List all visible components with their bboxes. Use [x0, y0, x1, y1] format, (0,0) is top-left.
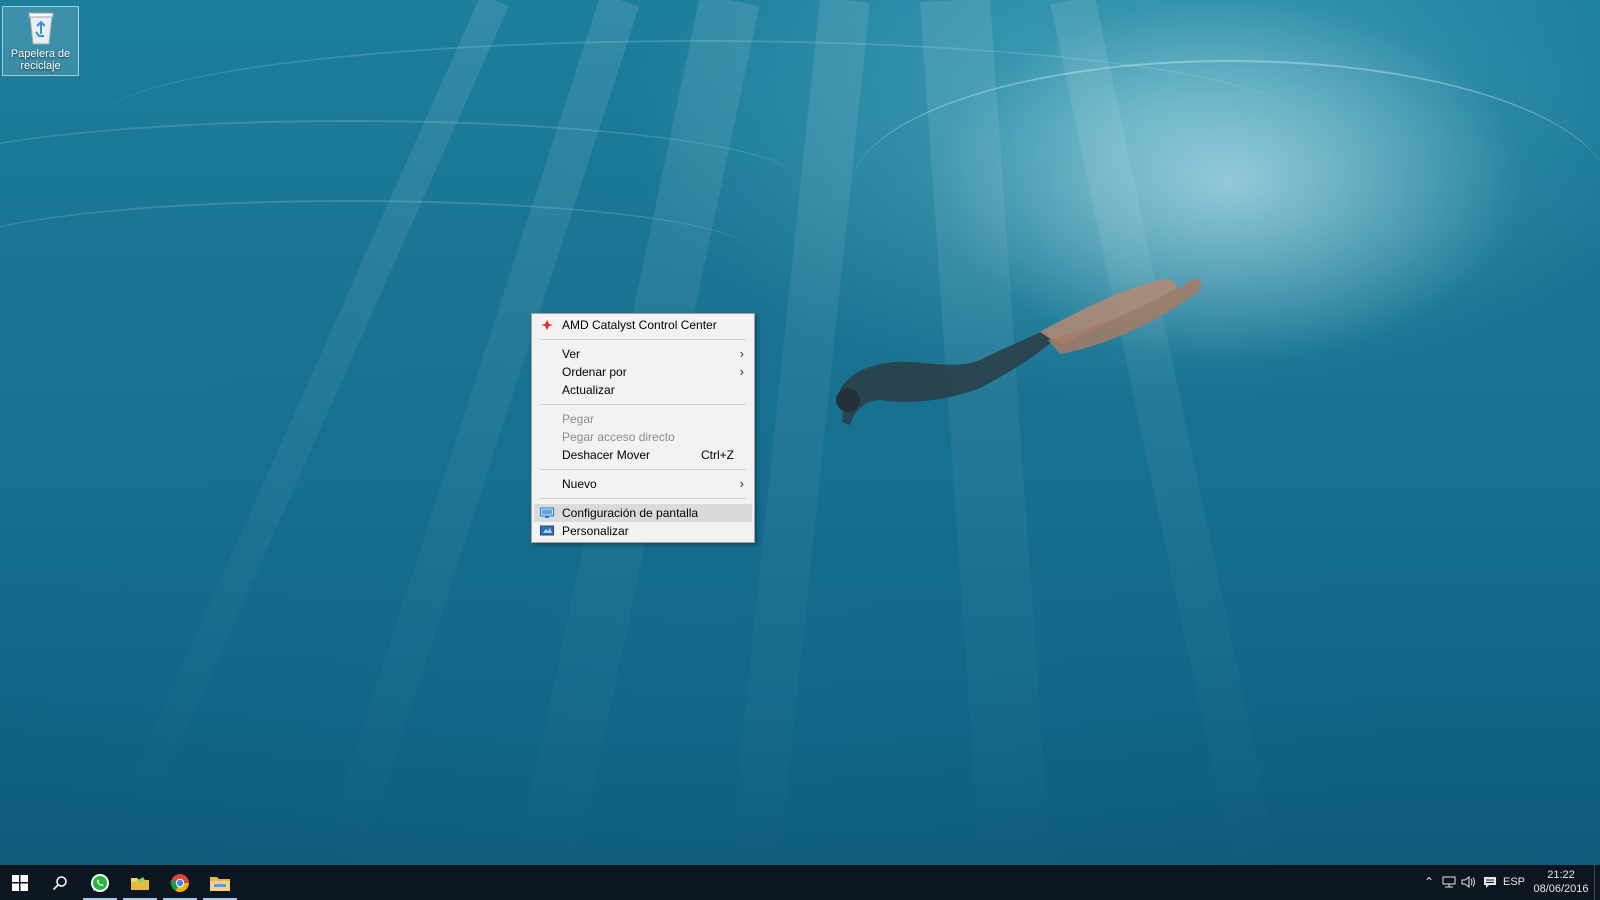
freediver-silhouette [836, 278, 1202, 425]
whatsapp-button[interactable] [80, 865, 120, 900]
menu-item-configuracion-de-pantalla[interactable]: Configuración de pantalla [534, 504, 752, 522]
volume-icon [1461, 876, 1475, 888]
menu-item-deshacer-mover[interactable]: Deshacer Mover Ctrl+Z [534, 446, 752, 464]
menu-item-label: Pegar [562, 412, 595, 426]
personalize-icon [540, 525, 554, 536]
file-explorer-button[interactable] [200, 865, 240, 900]
menu-item-actualizar[interactable]: Actualizar [534, 381, 752, 399]
amd-catalyst-icon [541, 320, 553, 330]
search-icon [52, 875, 67, 890]
folder-app-icon [131, 876, 149, 890]
start-button[interactable] [0, 865, 40, 900]
desktop-context-menu: AMD Catalyst Control Center Ver › Ordenar p… [531, 313, 755, 543]
network-icon [1442, 876, 1456, 888]
menu-item-label: Configuración de pantalla [562, 506, 699, 520]
menu-item-label: Pegar acceso directo [562, 430, 675, 444]
input-language-indicator[interactable]: ESP [1503, 876, 1525, 888]
menu-item-label: Deshacer Mover [562, 448, 651, 462]
menu-item-amd-catalyst-control-center[interactable]: AMD Catalyst Control Center [534, 316, 752, 334]
app-folder-button[interactable] [120, 865, 160, 900]
volume-tray-button[interactable] [1460, 873, 1478, 891]
show-hidden-icons-button[interactable]: ⌃ [1420, 873, 1438, 891]
clock-date: 08/06/2016 [1533, 883, 1589, 895]
menu-item-personalizar[interactable]: Personalizar [534, 522, 752, 540]
menu-separator [540, 498, 746, 499]
chevron-right-icon: › [739, 346, 744, 361]
desktop-icon-recycle-bin[interactable]: Papelera de reciclaje [2, 6, 79, 76]
network-tray-button[interactable] [1440, 873, 1458, 891]
action-center-icon [1484, 876, 1496, 888]
display-settings-icon [540, 507, 554, 518]
menu-item-label: Ver [562, 347, 581, 361]
chrome-icon [170, 873, 189, 892]
menu-separator [540, 339, 746, 340]
menu-item-label: Actualizar [562, 383, 615, 397]
show-desktop-button[interactable] [1594, 865, 1600, 900]
chevron-right-icon: › [739, 476, 744, 491]
desktop-wallpaper[interactable]: Papelera de reciclaje AMD Catalyst Contr… [0, 0, 1600, 865]
whatsapp-icon [91, 873, 109, 892]
windows-logo-icon [12, 874, 28, 891]
menu-item-label: AMD Catalyst Control Center [562, 318, 717, 332]
clock[interactable]: 21:22 08/06/2016 [1530, 868, 1592, 896]
menu-separator [540, 469, 746, 470]
menu-item-ver[interactable]: Ver › [534, 345, 752, 363]
file-explorer-icon [210, 876, 230, 891]
chrome-button[interactable] [160, 865, 200, 900]
desktop-icon-label: Papelera de reciclaje [10, 48, 71, 72]
menu-item-label: Nuevo [562, 477, 597, 491]
chevron-right-icon: › [739, 364, 744, 379]
menu-item-label: Personalizar [562, 524, 629, 538]
action-center-button[interactable] [1481, 873, 1499, 891]
menu-item-label: Ordenar por [562, 365, 627, 379]
menu-item-pegar-acceso-directo: Pegar acceso directo [534, 428, 752, 446]
chevron-up-icon: ⌃ [1423, 875, 1435, 889]
menu-item-shortcut: Ctrl+Z [701, 448, 734, 462]
clock-time: 21:22 [1547, 869, 1575, 881]
recycle-bin-icon [28, 12, 53, 45]
menu-item-pegar: Pegar [534, 410, 752, 428]
search-button[interactable] [40, 865, 80, 900]
taskbar: ⌃ ESP 21:22 08/06/2016 [0, 865, 1600, 900]
menu-separator [540, 404, 746, 405]
menu-item-nuevo[interactable]: Nuevo › [534, 475, 752, 493]
menu-item-ordenar-por[interactable]: Ordenar por › [534, 363, 752, 381]
